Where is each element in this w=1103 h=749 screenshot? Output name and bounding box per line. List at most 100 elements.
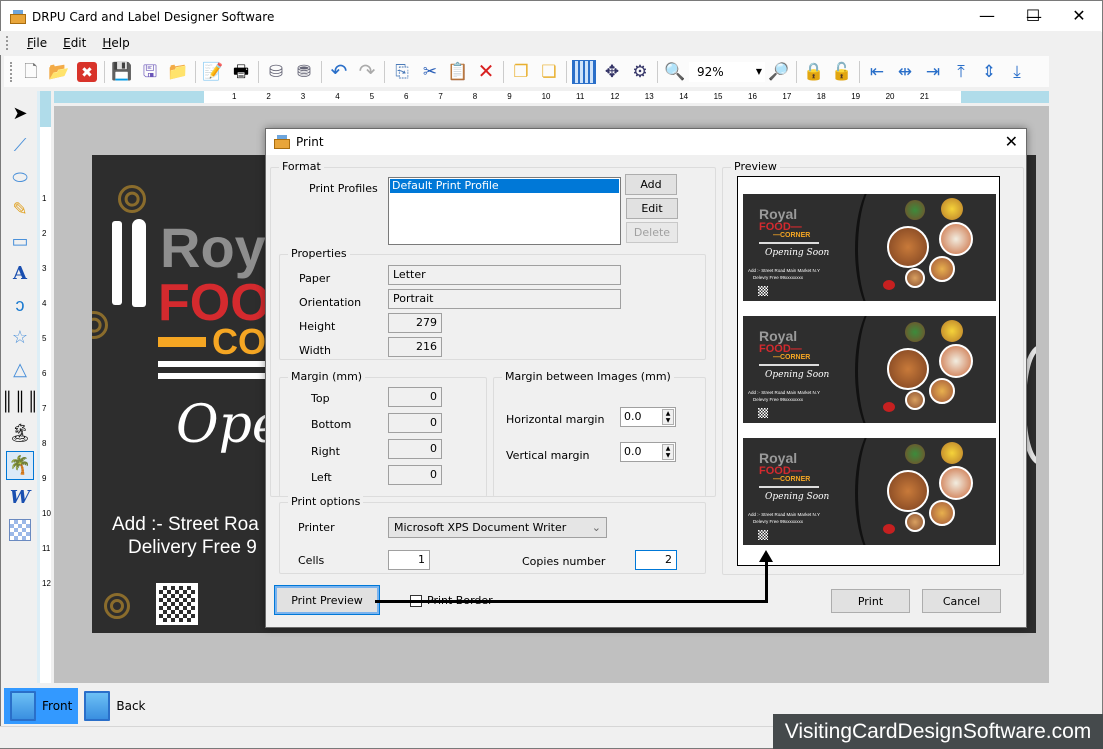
save-icon[interactable]: 💾	[110, 60, 134, 84]
zoom-out-icon[interactable]: 🔎	[767, 60, 791, 84]
close-icon: ✕	[1004, 132, 1018, 151]
barcode-icon[interactable]: ║║║	[1, 387, 39, 416]
ruler-tick-label: 17	[782, 92, 792, 101]
card-royal-text[interactable]: Roy	[160, 215, 266, 280]
grid-icon[interactable]	[572, 59, 596, 84]
align-middle-v-icon[interactable]: ⇕	[977, 60, 1001, 84]
undo-icon[interactable]: ↶	[327, 60, 351, 84]
align-left-icon[interactable]: ⇤	[865, 60, 889, 84]
save-as-icon[interactable]: 🖫	[138, 60, 162, 84]
menu-help[interactable]: Help	[94, 36, 137, 50]
ruler-tick-label: 20	[885, 92, 895, 101]
cells-field[interactable]: 1	[388, 550, 430, 570]
card-delivery-text[interactable]: Delivery Free 9	[128, 537, 257, 559]
print-profiles-list[interactable]: Default Print Profile	[388, 177, 621, 245]
close-window-button[interactable]: ✕	[1056, 0, 1102, 31]
toolbar-grip	[10, 61, 13, 82]
vertical-ruler: 1 2 3 4 5 6 7 8 9 10 11 12	[37, 91, 51, 683]
margin-top-field[interactable]: 0	[388, 387, 442, 407]
align-center-h-icon[interactable]: ⇹	[893, 60, 917, 84]
printer-select[interactable]: Microsoft XPS Document Writer ⌄	[388, 517, 607, 538]
ruler-tick-label: 16	[748, 92, 757, 101]
copy-icon[interactable]: ⎘	[390, 60, 414, 84]
unlock-icon[interactable]: 🔓	[830, 60, 854, 84]
open-folder-icon[interactable]: 📂	[47, 60, 71, 84]
delete-profile-button[interactable]: Delete	[626, 222, 678, 243]
export-folder-icon[interactable]: 📁	[166, 60, 190, 84]
separator	[503, 60, 504, 83]
lock-icon[interactable]: 🔒	[802, 60, 826, 84]
spinner-arrows-icon[interactable]: ▲ ▼	[662, 409, 674, 425]
close-red-icon[interactable]: ✖	[75, 60, 99, 84]
spinner-arrows-icon[interactable]: ▲ ▼	[662, 444, 674, 460]
database-add-icon[interactable]: ⛁	[264, 60, 288, 84]
ruler-tick-label: 11	[576, 92, 585, 101]
decor-ring	[92, 311, 108, 339]
margin-right-field[interactable]: 0	[388, 439, 442, 459]
properties-group-label: Properties	[288, 247, 350, 260]
cancel-button[interactable]: Cancel	[922, 589, 1001, 613]
edit-note-icon[interactable]: 📝	[201, 60, 225, 84]
paste-icon[interactable]: 📋	[446, 60, 470, 84]
send-back-icon[interactable]: ❏	[537, 60, 561, 84]
edit-profile-button[interactable]: Edit	[626, 198, 678, 219]
database-icon[interactable]: ⛃	[292, 60, 316, 84]
align-bottom-icon[interactable]: ⤓	[1005, 60, 1029, 84]
bring-front-icon[interactable]: ❐	[509, 60, 533, 84]
rectangle-icon[interactable]: ▭	[6, 227, 34, 256]
dialog-close-button[interactable]: ✕	[1005, 132, 1018, 151]
image-icon[interactable]: 🏝	[6, 419, 34, 448]
preview-royal-text: Royal	[759, 328, 798, 344]
card-corner-text[interactable]: CO	[212, 321, 266, 363]
vertical-margin-spinner[interactable]: 0.0 ▲ ▼	[620, 442, 676, 462]
margin-bottom-field[interactable]: 0	[388, 413, 442, 433]
zoom-in-icon[interactable]: 🔍	[663, 60, 687, 84]
pencil-icon[interactable]: ✎	[6, 195, 34, 224]
move-center-icon[interactable]: ✥	[600, 60, 624, 84]
image-library-icon[interactable]: 🌴	[6, 451, 34, 480]
margin-left-label: Left	[311, 471, 332, 484]
zoom-level-select[interactable]: 92% ▼	[689, 61, 765, 82]
star-icon[interactable]: ☆	[6, 323, 34, 352]
redo-icon[interactable]: ↷	[355, 60, 379, 84]
tab-front[interactable]: Front	[4, 688, 79, 724]
profile-item-selected[interactable]: Default Print Profile	[390, 179, 619, 193]
ruler-tick-label: 10	[42, 509, 51, 518]
print-button[interactable]: Print	[831, 589, 910, 613]
horizontal-margin-spinner[interactable]: 0.0 ▲ ▼	[620, 407, 676, 427]
print-icon[interactable]: 🖶	[229, 60, 253, 84]
main-toolbar: 🗋 📂 ✖ 💾 🖫 📁 📝 🖶 ⛁ ⛃ ↶ ↷ ⎘ ✂ 📋 ✕ ❐ ❏ ✥ ⚙ …	[4, 56, 1049, 87]
line-icon[interactable]: ⟋	[6, 131, 34, 160]
menu-file[interactable]: File	[19, 36, 55, 50]
triangle-icon[interactable]: △	[6, 355, 34, 384]
align-top-icon[interactable]: ⤒	[949, 60, 973, 84]
watermark-icon[interactable]	[6, 515, 34, 544]
tab-back[interactable]: Back	[78, 688, 151, 724]
qr-code[interactable]	[156, 583, 198, 625]
ruler-tick-label: 3	[300, 92, 306, 101]
right-panel-strip	[1049, 56, 1102, 686]
new-file-icon[interactable]: 🗋	[19, 60, 43, 84]
preview-corner-text: —CORNER	[773, 476, 811, 483]
ellipse-icon[interactable]: ⬭	[6, 163, 34, 192]
menu-grip	[6, 36, 9, 50]
card-address-text[interactable]: Add :- Street Roa	[112, 514, 259, 536]
maximize-window-button[interactable]: ☐	[1010, 0, 1056, 31]
select-move-icon[interactable]: ➤	[6, 99, 34, 128]
word-art-icon[interactable]: W	[6, 483, 34, 512]
text-icon[interactable]: A	[6, 259, 34, 288]
cut-icon[interactable]: ✂	[418, 60, 442, 84]
print-preview-button[interactable]: Print Preview	[274, 585, 380, 615]
delete-icon[interactable]: ✕	[474, 60, 498, 84]
margin-left-field[interactable]: 0	[388, 465, 442, 485]
add-profile-button[interactable]: Add	[625, 174, 677, 195]
minimize-window-button[interactable]: —	[964, 0, 1010, 31]
ruler-tick-label: 6	[404, 92, 409, 101]
move-settings-icon[interactable]: ⚙	[628, 60, 652, 84]
copies-number-field[interactable]: 2	[635, 550, 677, 570]
ruler-tick-label: 8	[472, 92, 478, 101]
curve-icon[interactable]: ↄ	[6, 291, 34, 320]
menu-edit[interactable]: Edit	[55, 36, 94, 50]
align-right-icon[interactable]: ⇥	[921, 60, 945, 84]
annotation-arrow-line	[375, 600, 768, 603]
